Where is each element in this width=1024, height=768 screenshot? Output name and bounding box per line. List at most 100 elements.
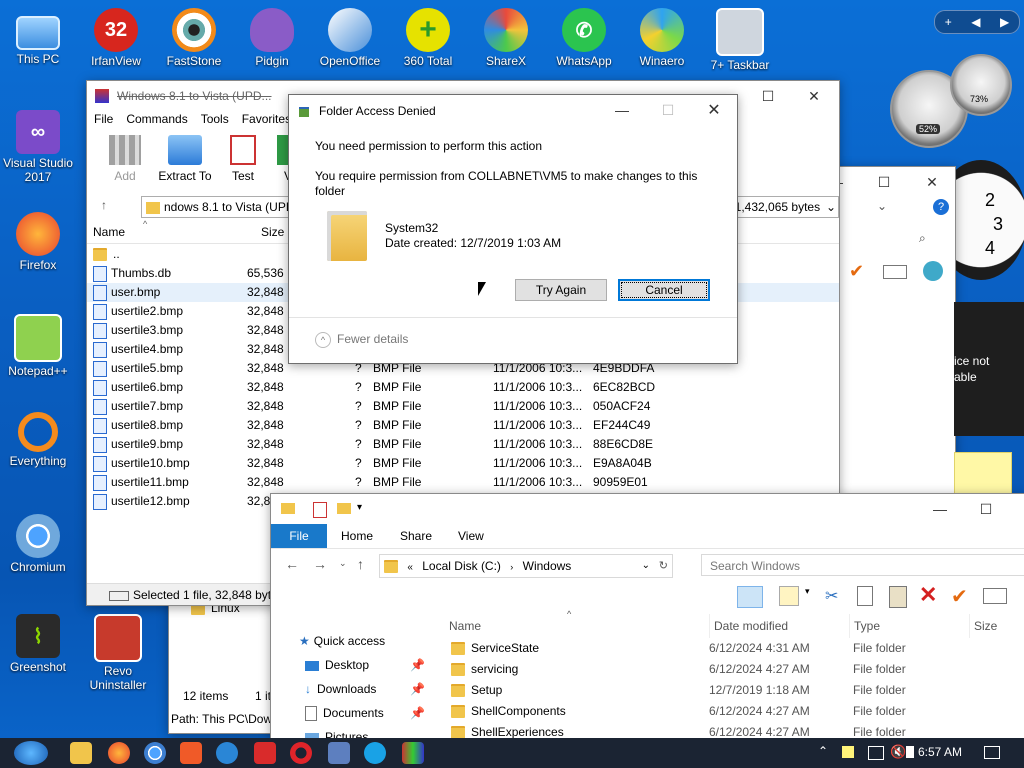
cut-icon[interactable]: ✂	[825, 586, 838, 606]
desktop-icon-revo[interactable]: Revo Uninstaller	[80, 614, 156, 692]
desktop-icon-firefox[interactable]: Firefox	[0, 212, 76, 272]
archive-file-row[interactable]: usertile8.bmp 32,848? BMP File 11/1/2006 10…	[87, 416, 839, 435]
folder-access-denied-dialog[interactable]: Folder Access Denied — ☐ ✕ You need perm…	[288, 94, 738, 364]
explorer-folder-row[interactable]: servicing 6/12/2024 4:27 AM File folder	[443, 659, 1024, 680]
action-center-icon[interactable]	[984, 746, 1000, 759]
search-icon[interactable]: ⌕	[919, 231, 926, 246]
desktop-icon-winaero[interactable]: Winaero	[624, 8, 700, 68]
copy-icon[interactable]	[857, 586, 873, 606]
column-type[interactable]: Type	[849, 614, 880, 638]
archive-path-field[interactable]: ndows 8.1 to Vista (UPD	[141, 196, 303, 218]
sticky-note[interactable]	[954, 452, 1012, 494]
pin-icon[interactable]: 📌	[410, 706, 425, 720]
new-folder-icon[interactable]	[337, 503, 351, 514]
start-button[interactable]	[14, 741, 48, 765]
taskbar-file-explorer-icon[interactable]	[70, 742, 92, 764]
taskbar-app-icon[interactable]	[216, 742, 238, 764]
globe-icon[interactable]	[923, 261, 943, 281]
desktop-icon-pidgin[interactable]: Pidgin	[234, 8, 310, 68]
menu-file[interactable]: File	[94, 111, 113, 131]
desktop-icon-7plus-taskbar[interactable]: 7+ Taskbar	[702, 8, 778, 72]
tray-sticky-icon[interactable]	[842, 746, 854, 758]
back-arrow-icon[interactable]: ←	[285, 556, 299, 572]
up-arrow-icon[interactable]: ↑	[357, 556, 364, 572]
next-gadget-button[interactable]: ▶	[1000, 15, 1009, 29]
minimize-icon[interactable]: —	[917, 494, 963, 524]
ime-icon[interactable]	[906, 746, 914, 758]
preview-pane-icon[interactable]	[737, 586, 763, 608]
desktop-icon-greenshot[interactable]: ⌇ Greenshot	[0, 614, 76, 674]
desktop-icon-whatsapp[interactable]: ✆ WhatsApp	[546, 8, 622, 68]
taskbar-archive-icon[interactable]	[402, 742, 424, 764]
explorer-folder-row[interactable]: ServiceState 6/12/2024 4:31 AM File folder	[443, 638, 1024, 659]
memory-meter-gadget[interactable]: 73%	[950, 54, 1012, 116]
address-overflow-icon[interactable]: «	[407, 562, 413, 573]
tab-file[interactable]: File	[271, 524, 327, 548]
paste-icon[interactable]	[889, 586, 907, 608]
tab-home[interactable]: Home	[341, 529, 373, 543]
archive-file-row[interactable]: usertile9.bmp 32,848? BMP File 11/1/2006 10…	[87, 435, 839, 454]
desktop-icon-faststone[interactable]: FastStone	[156, 8, 232, 68]
column-name[interactable]: Name	[449, 614, 481, 638]
taskbar-chrome-icon[interactable]	[144, 742, 166, 764]
taskbar-brave-icon[interactable]	[180, 742, 202, 764]
close-icon[interactable]: ✕	[791, 81, 837, 111]
prev-gadget-button[interactable]: ◀	[971, 15, 980, 29]
recent-locations-icon[interactable]: ⌄	[339, 558, 347, 569]
refresh-icon[interactable]: ↻	[659, 555, 668, 577]
maximize-icon[interactable]: ☐	[963, 494, 1009, 524]
customize-qat-icon[interactable]: ▾	[357, 502, 362, 513]
chevron-down-icon[interactable]: ⌄	[877, 199, 887, 213]
column-name[interactable]: Name	[93, 221, 125, 243]
chevron-down-icon[interactable]: ⌄	[826, 197, 836, 217]
volume-muted-icon[interactable]: 🔇	[890, 744, 906, 760]
checkmark-icon[interactable]: ✔	[951, 584, 968, 609]
up-arrow-icon[interactable]: ↑	[101, 198, 107, 212]
search-input[interactable]: Search Windows	[701, 554, 1024, 576]
add-button[interactable]: Add	[105, 135, 145, 183]
chevron-down-icon[interactable]: ▾	[805, 586, 810, 597]
fewer-details-toggle[interactable]: ^ Fewer details	[315, 332, 408, 348]
minimize-icon[interactable]: —	[599, 95, 645, 125]
help-icon[interactable]: ?	[933, 199, 949, 215]
taskbar-clock[interactable]: 6:57 AM	[918, 745, 962, 759]
add-gadget-button[interactable]: +	[945, 15, 952, 29]
archive-file-row[interactable]: usertile11.bmp 32,848? BMP File 11/1/2006 1…	[87, 473, 839, 492]
tray-overflow-icon[interactable]: ⌃	[818, 744, 828, 758]
menu-tools[interactable]: Tools	[201, 111, 229, 131]
explorer-folder-row[interactable]: ShellComponents 6/12/2024 4:27 AM File fol…	[443, 701, 1024, 722]
delete-icon[interactable]: ✕	[919, 582, 937, 608]
nav-quick-access[interactable]: ★ Quick access	[299, 634, 385, 648]
cancel-button[interactable]: Cancel	[618, 279, 710, 301]
nav-documents[interactable]: Documents 📌	[305, 706, 425, 722]
archive-file-row[interactable]: usertile6.bmp 32,848? BMP File 11/1/2006 10…	[87, 378, 839, 397]
taskbar-firefox-icon[interactable]	[108, 742, 130, 764]
explorer-window[interactable]: ▾ — ☐ File Home Share View ← → ⌄ ↑ « Loc…	[270, 493, 1024, 740]
checkmark-icon[interactable]: ✔	[849, 261, 864, 282]
address-segment-c[interactable]: Local Disk (C:)	[422, 559, 501, 573]
pin-icon[interactable]: 📌	[410, 658, 425, 672]
desktop-icon-this-pc[interactable]: This PC	[0, 8, 76, 66]
menu-commands[interactable]: Commands	[126, 111, 187, 131]
nav-desktop[interactable]: Desktop 📌	[305, 658, 425, 672]
desktop-icon-visual-studio[interactable]: ∞ Visual Studio 2017	[0, 110, 76, 184]
rename-icon[interactable]	[983, 588, 1007, 604]
forward-arrow-icon[interactable]: →	[313, 556, 327, 572]
column-size[interactable]: Size	[969, 614, 997, 638]
pin-icon[interactable]: 📌	[410, 682, 425, 696]
desktop-icon-chromium[interactable]: Chromium	[0, 514, 76, 574]
network-icon[interactable]	[868, 746, 884, 760]
extract-to-button[interactable]: Extract To	[155, 135, 215, 183]
column-size[interactable]: Size	[261, 221, 284, 243]
desktop-icon-sharex[interactable]: ShareX	[468, 8, 544, 68]
taskbar-winrar-icon[interactable]	[328, 742, 350, 764]
test-button[interactable]: Test	[223, 135, 263, 183]
address-bar[interactable]: « Local Disk (C:) › Windows ⌄ ↻	[379, 554, 673, 578]
properties-icon[interactable]	[779, 586, 799, 606]
taskbar-opera-icon[interactable]	[290, 742, 312, 764]
properties-icon[interactable]	[313, 502, 327, 518]
try-again-button[interactable]: Try Again	[515, 279, 607, 301]
taskbar-wps-icon[interactable]	[254, 742, 276, 764]
maximize-icon[interactable]: ☐	[745, 81, 791, 111]
chevron-down-icon[interactable]: ⌄	[642, 555, 650, 577]
